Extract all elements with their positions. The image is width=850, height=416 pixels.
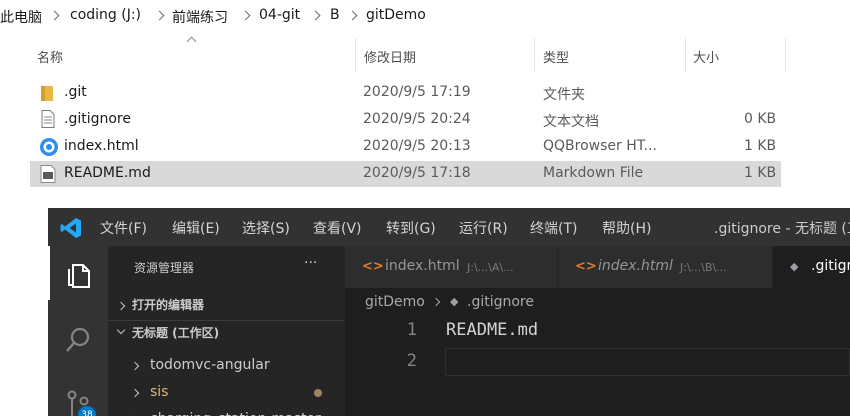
explorer-icon[interactable] [64,261,92,289]
breadcrumb-separator-icon[interactable] [347,10,358,21]
line-number: 2 [406,351,417,371]
chevron-right-icon [116,301,126,311]
breadcrumb-drive[interactable]: coding (J:) [70,7,141,23]
more-actions-icon[interactable]: ··· [304,255,317,271]
file-name: .gitignore [64,111,131,127]
text-file-icon [41,110,55,128]
file-name: index.html [64,138,139,154]
folder-icon [41,86,53,101]
activity-bar: 38 [48,246,108,416]
editor-breadcrumb: gitDemo ◆ .gitignore [345,288,850,318]
column-divider[interactable] [534,38,535,72]
file-size: 0 KB [744,111,777,127]
folder-sis[interactable]: sis [150,384,168,400]
chevron-right-icon [130,361,140,371]
tab-label: index.html [598,258,673,274]
breadcrumb-separator-icon[interactable] [240,10,251,21]
markdown-file-icon [40,165,56,183]
active-indicator [48,246,50,300]
file-row[interactable]: .gitignore 2020/9/5 20:24 文本文档 0 KB [30,107,781,133]
file-size: 1 KB [744,138,777,154]
editor-tab-bar: <> index.html J:\...\A\... <> index.html… [345,246,850,288]
modified-dot-icon [314,389,322,397]
tab-path: J:\...\A\... [467,261,514,274]
vscode-window: 文件(F) 编辑(E) 选择(S) 查看(V) 转到(G) 运行(R) 终端(T… [48,208,850,416]
breadcrumb-folder-gitdemo[interactable]: gitDemo [366,7,426,23]
file-date: 2020/9/5 17:18 [363,165,471,181]
line-number-gutter: 1 2 [345,318,425,416]
menu-help[interactable]: 帮助(H) [602,218,651,238]
tab-index-html-a[interactable]: <> index.html J:\...\A\... [345,246,558,288]
sidebar-title: 资源管理器 [134,261,195,275]
qqbrowser-icon [40,138,58,156]
gitignore-file-icon: ◆ [790,260,799,273]
search-icon[interactable] [64,326,92,354]
column-header: 名称 修改日期 类型 大小 [0,31,850,72]
breadcrumb-folder-b[interactable]: B [330,7,340,23]
column-divider[interactable] [685,38,686,72]
file-type: QQBrowser HT... [543,138,657,154]
chevron-right-icon [130,388,140,398]
column-date[interactable]: 修改日期 [364,47,416,66]
section-divider [108,320,345,321]
file-name: README.md [64,165,151,181]
menu-terminal[interactable]: 终端(T) [530,218,577,238]
gitignore-file-icon: ◆ [450,295,459,308]
file-date: 2020/9/5 20:24 [363,111,471,127]
column-divider[interactable] [785,38,786,72]
column-type[interactable]: 类型 [543,47,569,66]
column-name[interactable]: 名称 [37,47,63,66]
breadcrumb-separator-icon[interactable] [49,10,60,21]
file-size: 1 KB [744,165,777,181]
menu-selection[interactable]: 选择(S) [242,218,290,238]
tab-label: .gitign [811,258,850,274]
tab-path: J:\...\B\... [680,261,727,274]
html-file-icon: <> [575,259,597,274]
breadcrumb-this-pc[interactable]: 此电脑 [0,7,42,27]
breadcrumb-separator-icon[interactable] [154,10,165,21]
menu-edit[interactable]: 编辑(E) [172,218,220,238]
tab-index-html-b[interactable]: <> index.html J:\...\B\... [558,246,773,288]
column-size[interactable]: 大小 [693,47,719,66]
window-title: .gitignore - 无标题 (工 [714,221,850,237]
file-name: .git [64,84,87,100]
file-type: Markdown File [543,165,644,181]
chevron-down-icon [116,325,126,335]
file-row[interactable]: index.html 2020/9/5 20:13 QQBrowser HT..… [30,134,781,160]
folder-charging-station[interactable]: charging_station-master [150,411,321,416]
workspace-section[interactable]: 无标题 (工作区) [132,324,219,341]
line-number: 1 [406,320,417,340]
chevron-right-icon [431,297,441,307]
open-editors-section[interactable]: 打开的编辑器 [132,296,204,313]
breadcrumb-folder-04git[interactable]: 04-git [259,7,300,23]
file-date: 2020/9/5 17:19 [363,84,471,100]
address-bar-breadcrumb: 此电脑 coding (J:) 前端练习 04-git B gitDemo [0,0,850,32]
column-divider[interactable] [355,38,356,72]
menu-view[interactable]: 查看(V) [313,218,362,238]
breadcrumb-folder-frontend[interactable]: 前端练习 [172,7,228,27]
vscode-logo-icon [60,218,81,238]
explorer-sidebar: 资源管理器 ··· 打开的编辑器 无标题 (工作区) todomvc-angul… [108,246,345,416]
changes-badge: 38 [78,406,96,416]
current-line-highlight [445,348,850,376]
menu-file[interactable]: 文件(F) [100,218,147,238]
tab-gitignore[interactable]: ◆ .gitign [773,246,850,288]
file-row-selected[interactable]: README.md 2020/9/5 17:18 Markdown File 1… [30,161,781,187]
breadcrumb-folder[interactable]: gitDemo [365,294,425,310]
folder-todomvc-angular[interactable]: todomvc-angular [150,357,270,373]
code-line[interactable]: README.md [446,320,538,340]
file-row[interactable]: .git 2020/9/5 17:19 文件夹 [30,80,781,106]
menu-run[interactable]: 运行(R) [459,218,508,238]
file-type: 文本文档 [543,114,599,130]
file-date: 2020/9/5 20:13 [363,138,471,154]
breadcrumb-file[interactable]: .gitignore [467,294,534,310]
tab-label: index.html [385,258,460,274]
title-bar: 文件(F) 编辑(E) 选择(S) 查看(V) 转到(G) 运行(R) 终端(T… [48,208,850,246]
html-file-icon: <> [362,259,384,274]
menu-go[interactable]: 转到(G) [386,218,436,238]
breadcrumb-separator-icon[interactable] [310,10,321,21]
file-type: 文件夹 [543,87,585,103]
